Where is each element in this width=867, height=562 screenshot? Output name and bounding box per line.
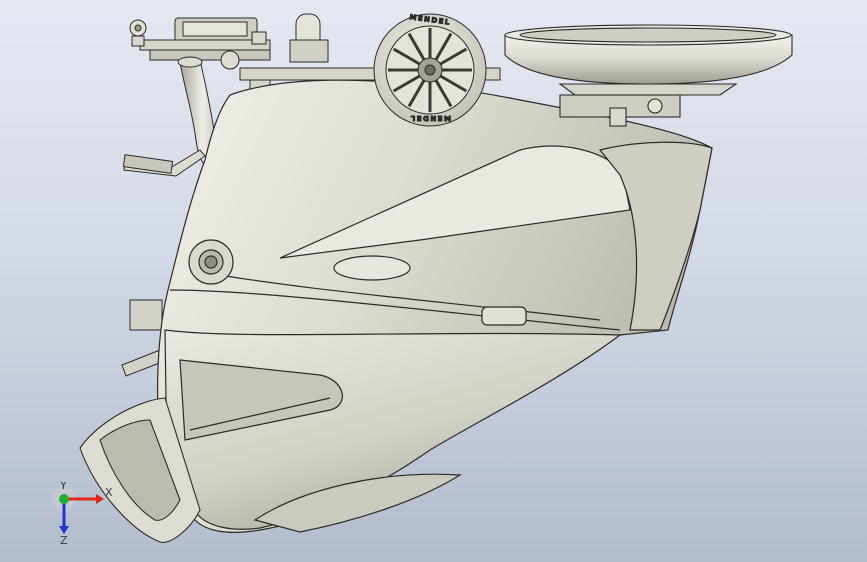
top-roller[interactable] [289, 13, 329, 63]
y-axis-dot [59, 494, 69, 504]
cad-viewport[interactable]: MENDEL MENDEL X Y Z [0, 0, 867, 562]
orientation-triad: X Y Z [52, 482, 113, 546]
x-axis-arrowhead [96, 494, 104, 504]
z-axis-label: Z [60, 534, 68, 546]
tank-assembly-model[interactable]: MENDEL MENDEL [0, 0, 867, 562]
z-axis-arrowhead [59, 526, 69, 534]
x-axis-label: X [105, 486, 113, 499]
blower-fan[interactable]: MENDEL MENDEL [373, 13, 487, 127]
y-axis-label: Y [59, 482, 67, 492]
fan-engraving-bottom: MENDEL [409, 114, 451, 122]
tank-body[interactable] [157, 79, 713, 533]
